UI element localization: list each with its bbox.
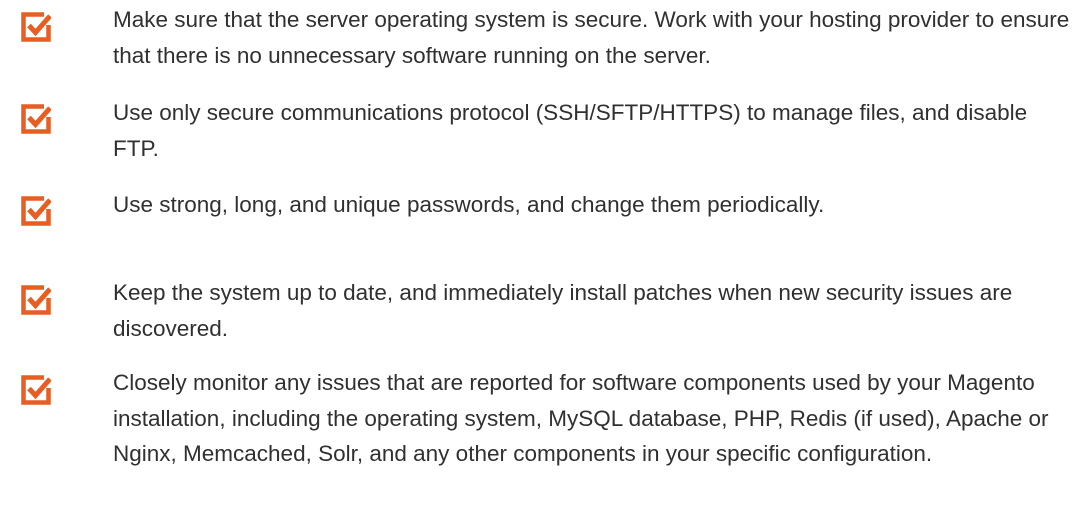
checklist-item-text: Use strong, long, and unique passwords, … xyxy=(113,192,825,217)
checklist-item-text: Use only secure communications protocol … xyxy=(113,100,1028,161)
checkbox-checked-icon xyxy=(21,285,51,315)
checkbox-checked-icon xyxy=(21,375,51,405)
checkbox-checked-icon xyxy=(21,12,51,42)
checklist-item-text: Make sure that the server operating syst… xyxy=(113,7,1070,68)
checklist-item-text: Keep the system up to date, and immediat… xyxy=(113,280,1013,341)
checkbox-checked-icon xyxy=(21,104,51,134)
checkbox-checked-icon xyxy=(21,196,51,226)
checklist-item-text: Closely monitor any issues that are repo… xyxy=(113,370,1049,466)
